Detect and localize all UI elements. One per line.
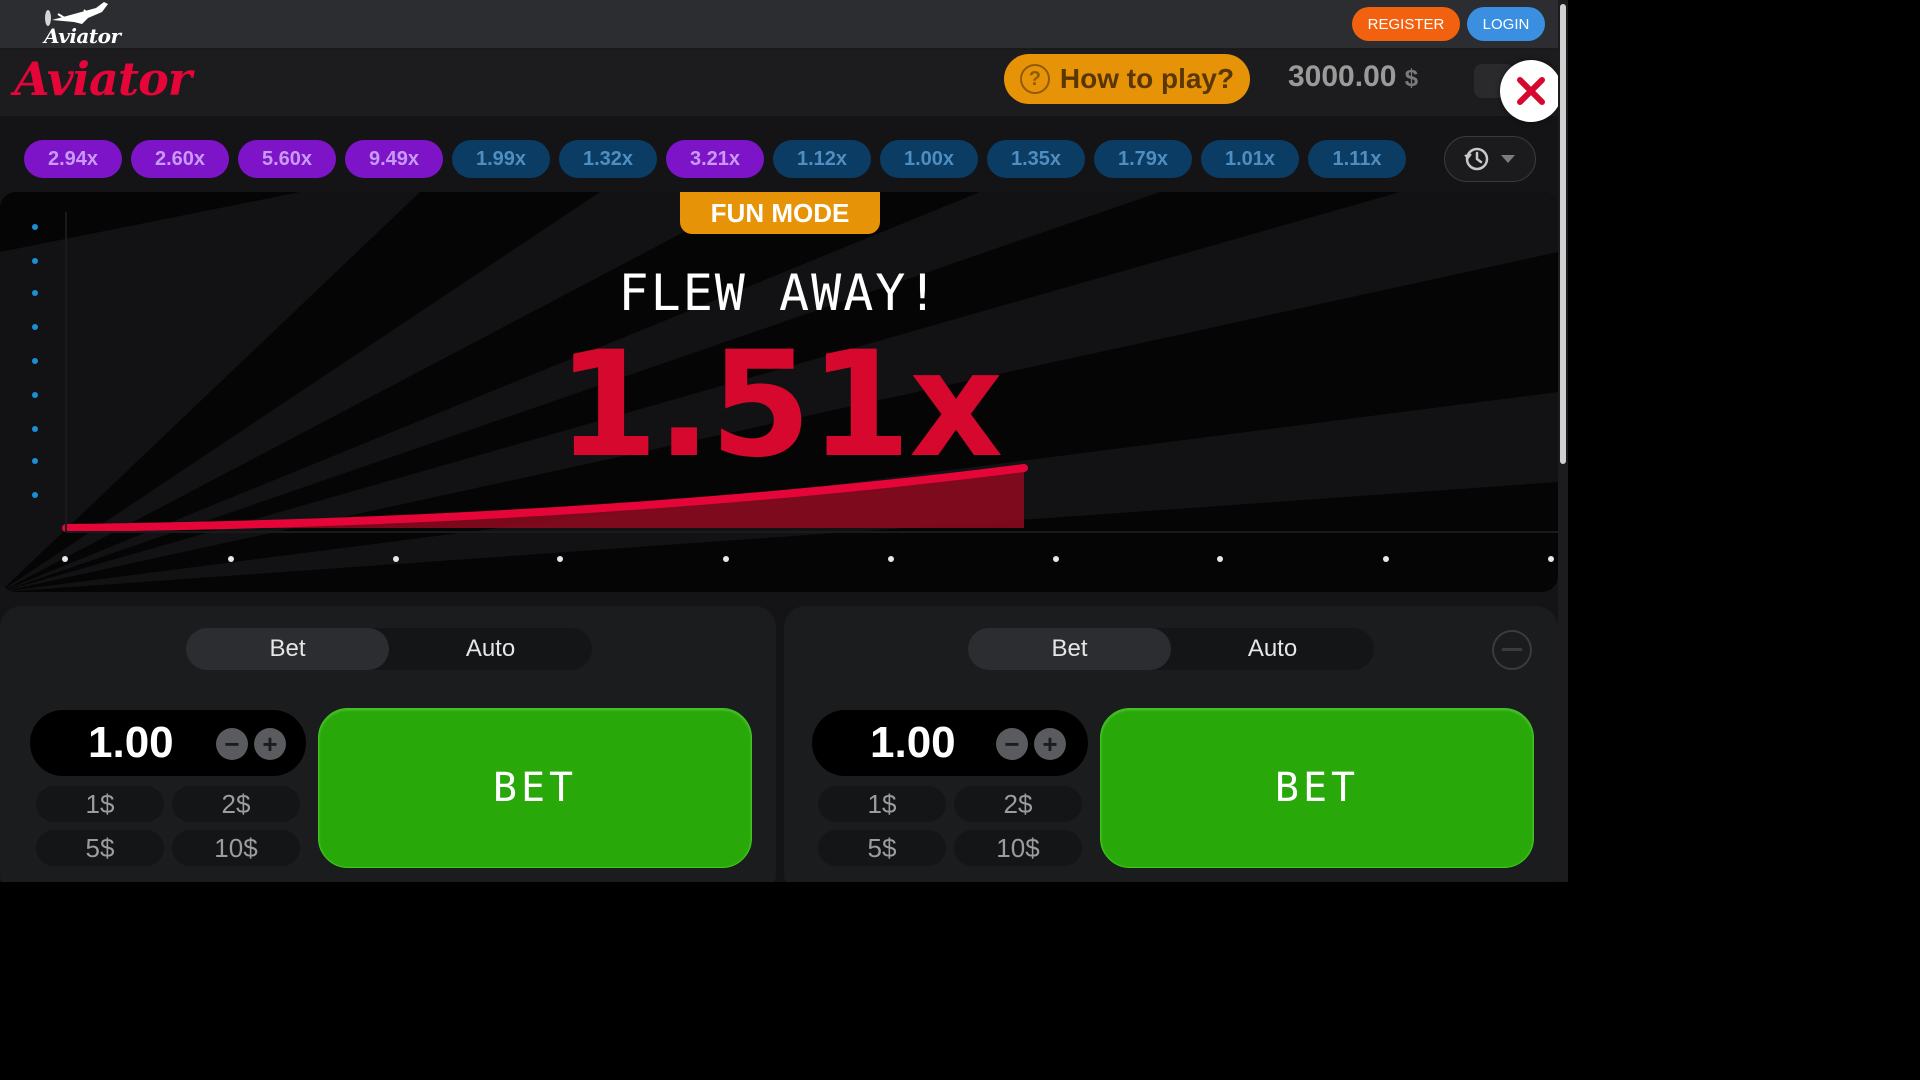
history-pill[interactable]: 5.60x (238, 140, 336, 178)
quick-amount-button[interactable]: 1$ (818, 786, 946, 822)
bet-button[interactable]: BET (1100, 708, 1534, 868)
history-pill[interactable]: 1.01x (1201, 140, 1299, 178)
decrease-stake-button[interactable]: − (216, 728, 248, 760)
history-pill[interactable]: 1.11x (1308, 140, 1406, 178)
tab-bet[interactable]: Bet (968, 628, 1171, 670)
history-pill[interactable]: 1.32x (559, 140, 657, 178)
crash-multiplier: 1.51x (556, 320, 1003, 490)
fun-mode-badge: FUN MODE (680, 192, 880, 234)
close-x-icon (1517, 77, 1545, 105)
page-scrollbar[interactable] (1558, 0, 1568, 882)
play-area: FUN MODE FLEW AWAY! 1.51x (0, 192, 1558, 592)
register-button[interactable]: REGISTER (1352, 7, 1460, 41)
history-pill[interactable]: 2.60x (131, 140, 229, 178)
history-toggle-button[interactable] (1444, 136, 1536, 182)
tab-auto[interactable]: Auto (1171, 628, 1374, 670)
login-button[interactable]: LOGIN (1467, 7, 1545, 41)
bet-panel-2: Bet Auto 1.00 − + 1$ 2$ 5$ 10$ BET (784, 606, 1558, 882)
minus-icon (1502, 648, 1522, 651)
history-pill[interactable]: 1.12x (773, 140, 871, 178)
tab-bet[interactable]: Bet (186, 628, 389, 670)
stake-value[interactable]: 1.00 (870, 718, 956, 768)
close-button[interactable] (1500, 60, 1558, 122)
how-to-play-label: How to play? (1059, 63, 1235, 94)
decrease-stake-button[interactable]: − (996, 728, 1028, 760)
history-pill[interactable]: 2.94x (24, 140, 122, 178)
history-pill[interactable]: 9.49x (345, 140, 443, 178)
how-to-play-button[interactable]: ? How to play? (1004, 54, 1250, 104)
site-header: Aviator REGISTER LOGIN (0, 0, 1558, 50)
balance-currency: $ (1404, 65, 1419, 92)
question-circle-icon: ? (1019, 64, 1050, 94)
round-status: FLEW AWAY! (618, 264, 940, 322)
history-clock-icon (1464, 147, 1489, 171)
bet-button[interactable]: BET (318, 708, 752, 868)
multiplier-history: 2.94x 2.60x 5.60x 9.49x 1.99x 1.32x 3.21… (0, 120, 1558, 194)
history-pill[interactable]: 3.21x (666, 140, 764, 178)
quick-amount-button[interactable]: 5$ (818, 830, 946, 866)
remove-panel-button[interactable] (1492, 630, 1532, 670)
bet-mode-tabs: Bet Auto (968, 628, 1374, 670)
balance-amount: 3000.00 (1288, 60, 1397, 93)
chevron-down-icon (1501, 155, 1515, 163)
bet-mode-tabs: Bet Auto (186, 628, 592, 670)
stake-value[interactable]: 1.00 (88, 718, 174, 768)
tab-auto[interactable]: Auto (389, 628, 592, 670)
site-logo-text[interactable]: Aviator (44, 24, 121, 48)
stake-input[interactable]: 1.00 − + (812, 710, 1088, 776)
increase-stake-button[interactable]: + (1034, 728, 1066, 760)
quick-amount-button[interactable]: 1$ (36, 786, 164, 822)
quick-amount-button[interactable]: 5$ (36, 830, 164, 866)
increase-stake-button[interactable]: + (254, 728, 286, 760)
history-pill[interactable]: 1.79x (1094, 140, 1192, 178)
history-pill[interactable]: 1.35x (987, 140, 1085, 178)
balance-display: 3000.00 $ (1288, 60, 1418, 94)
quick-amount-button[interactable]: 2$ (954, 786, 1082, 822)
history-pill[interactable]: 1.00x (880, 140, 978, 178)
quick-amount-button[interactable]: 10$ (954, 830, 1082, 866)
game-topbar: Aviator ? How to play? 3000.00 $ (0, 50, 1558, 116)
game-logo: Aviator (14, 52, 192, 106)
game-frame: Aviator ? How to play? 3000.00 $ 2.94x 2… (0, 50, 1558, 882)
history-pill[interactable]: 1.99x (452, 140, 550, 178)
history-fade (1404, 136, 1444, 182)
bet-panel-1: Bet Auto 1.00 − + 1$ 2$ 5$ 10$ BET (0, 606, 776, 882)
stake-input[interactable]: 1.00 − + (30, 710, 306, 776)
scrollbar-thumb[interactable] (1560, 4, 1566, 464)
quick-amount-button[interactable]: 10$ (172, 830, 300, 866)
quick-amount-button[interactable]: 2$ (172, 786, 300, 822)
